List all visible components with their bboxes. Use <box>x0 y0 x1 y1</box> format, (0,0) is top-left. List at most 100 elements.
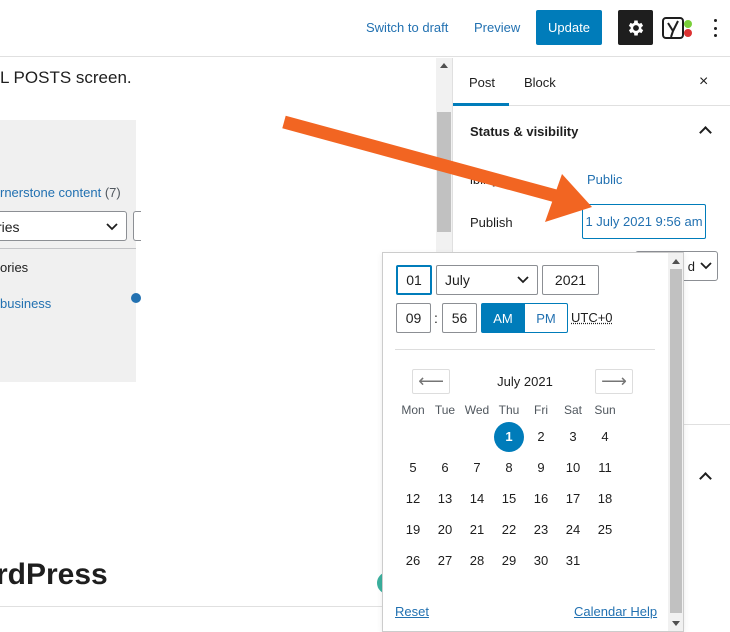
calendar-day[interactable]: 2 <box>525 429 557 444</box>
calendar-day-label: 23 <box>534 522 548 537</box>
calendar-day[interactable]: 11 <box>589 460 621 475</box>
yoast-icon <box>662 15 696 41</box>
calendar-week-row: 19 20 21 22 23 24 25 <box>397 514 653 545</box>
calendar-day-label: 31 <box>566 553 580 568</box>
calendar-day[interactable]: 24 <box>557 522 589 537</box>
previous-month-button[interactable]: ⟵ <box>412 369 450 394</box>
year-input[interactable]: 2021 <box>542 265 599 295</box>
calendar-day[interactable]: 8 <box>493 460 525 475</box>
date-time-picker-popover: 01 July 2021 09 : 56 AM PM UTC+0 ⟵ July … <box>382 252 684 632</box>
calendar-day-label: 1 <box>494 422 524 452</box>
reset-button[interactable]: Reset <box>395 604 429 619</box>
tab-post[interactable]: Post <box>469 75 495 90</box>
calendar-day[interactable]: 4 <box>589 429 621 444</box>
status-visibility-panel-title[interactable]: Status & visibility <box>470 124 578 139</box>
chevron-down-icon <box>700 259 712 271</box>
more-dot-icon <box>714 19 717 22</box>
secondary-select[interactable] <box>133 211 141 241</box>
update-button[interactable]: Update <box>536 10 602 45</box>
chevron-up-icon[interactable] <box>699 126 712 139</box>
calendar-day[interactable]: 28 <box>461 553 493 568</box>
month-select[interactable]: July <box>436 265 538 295</box>
weekday-label: Mon <box>397 403 429 417</box>
calendar-week-row: 12 13 14 15 16 17 18 <box>397 483 653 514</box>
calendar-day[interactable]: 1 <box>493 422 525 452</box>
calendar-day-label: 19 <box>406 522 420 537</box>
weekday-label: Tue <box>429 403 461 417</box>
weekday-label: Sat <box>557 403 589 417</box>
calendar-day-label: 5 <box>409 460 416 475</box>
calendar-grid: Mon Tue Wed Thu Fri Sat Sun 1 2 3 4 5 6 7 8 9 10 11 12 13 14… <box>397 399 653 576</box>
cornerstone-content-link[interactable]: rnerstone content (7) <box>0 185 121 200</box>
calendar-day[interactable]: 26 <box>397 553 429 568</box>
calendar-day[interactable]: 20 <box>429 522 461 537</box>
cornerstone-count: (7) <box>105 185 121 200</box>
calendar-day[interactable]: 23 <box>525 522 557 537</box>
calendar-day[interactable]: 30 <box>525 553 557 568</box>
calendar-day[interactable]: 16 <box>525 491 557 506</box>
scroll-down-icon[interactable] <box>672 621 680 626</box>
settings-button[interactable] <box>618 10 653 45</box>
timezone-label: UTC+0 <box>571 310 613 325</box>
calendar-day[interactable]: 12 <box>397 491 429 506</box>
calendar-day[interactable]: 31 <box>557 553 589 568</box>
scrollbar-thumb[interactable] <box>670 269 682 613</box>
calendar-week-row: 26 27 28 29 30 31 <box>397 545 653 576</box>
calendar-day[interactable]: 17 <box>557 491 589 506</box>
am-button[interactable]: AM <box>481 303 525 333</box>
categories-select[interactable]: ries <box>0 211 127 241</box>
scroll-up-icon[interactable] <box>440 63 448 68</box>
next-month-button[interactable]: ⟶ <box>595 369 633 394</box>
calendar-day[interactable]: 19 <box>397 522 429 537</box>
preview-button[interactable]: Preview <box>474 20 520 35</box>
calendar-day-label: 16 <box>534 491 548 506</box>
calendar-help-button[interactable]: Calendar Help <box>574 604 657 619</box>
calendar-day[interactable]: 22 <box>493 522 525 537</box>
visibility-label: ibility <box>470 172 499 187</box>
publish-date-button[interactable]: 1 July 2021 9:56 am <box>582 204 706 239</box>
calendar-day[interactable]: 14 <box>461 491 493 506</box>
scrollbar-thumb[interactable] <box>437 112 451 232</box>
more-dot-icon <box>714 34 717 37</box>
visibility-value-link[interactable]: Public <box>587 172 622 187</box>
calendar-day[interactable]: 13 <box>429 491 461 506</box>
calendar-day[interactable]: 6 <box>429 460 461 475</box>
editor-canvas: L POSTS screen. rnerstone content (7) ri… <box>0 58 436 632</box>
category-item-link[interactable]: business <box>0 296 51 311</box>
calendar-day[interactable]: 27 <box>429 553 461 568</box>
yoast-seo-button[interactable] <box>662 15 696 41</box>
calendar-day-label: 24 <box>566 522 580 537</box>
calendar-day-label: 29 <box>502 553 516 568</box>
chevron-down-icon <box>517 273 529 285</box>
pm-button[interactable]: PM <box>524 303 568 333</box>
switch-to-draft-button[interactable]: Switch to draft <box>366 20 448 35</box>
calendar-day-label: 30 <box>534 553 548 568</box>
categories-label: ories <box>0 260 28 275</box>
calendar-day[interactable]: 9 <box>525 460 557 475</box>
chevron-up-icon[interactable] <box>699 472 712 485</box>
hour-input[interactable]: 09 <box>396 303 431 333</box>
publish-label: Publish <box>470 215 513 230</box>
post-heading: rdPress <box>0 558 108 592</box>
close-icon[interactable]: × <box>699 73 708 91</box>
calendar-day[interactable]: 10 <box>557 460 589 475</box>
calendar-day[interactable]: 29 <box>493 553 525 568</box>
day-input[interactable]: 01 <box>396 265 432 295</box>
calendar-day-label: 14 <box>470 491 484 506</box>
calendar-day[interactable]: 5 <box>397 460 429 475</box>
calendar-month-title: July 2021 <box>483 374 567 389</box>
sidebar-tabs: Post Block × <box>453 58 730 106</box>
more-options-button[interactable] <box>708 17 722 39</box>
calendar-day[interactable]: 3 <box>557 429 589 444</box>
tab-block[interactable]: Block <box>524 75 556 90</box>
calendar-day[interactable]: 21 <box>461 522 493 537</box>
minute-input[interactable]: 56 <box>442 303 477 333</box>
calendar-day[interactable]: 15 <box>493 491 525 506</box>
calendar-day[interactable]: 7 <box>461 460 493 475</box>
popover-scrollbar[interactable] <box>668 253 684 632</box>
sidebar-select-value: d <box>688 259 695 274</box>
calendar-day[interactable]: 18 <box>589 491 621 506</box>
calendar-day[interactable]: 25 <box>589 522 621 537</box>
weekday-label: Wed <box>461 403 493 417</box>
scroll-up-icon[interactable] <box>672 259 680 264</box>
